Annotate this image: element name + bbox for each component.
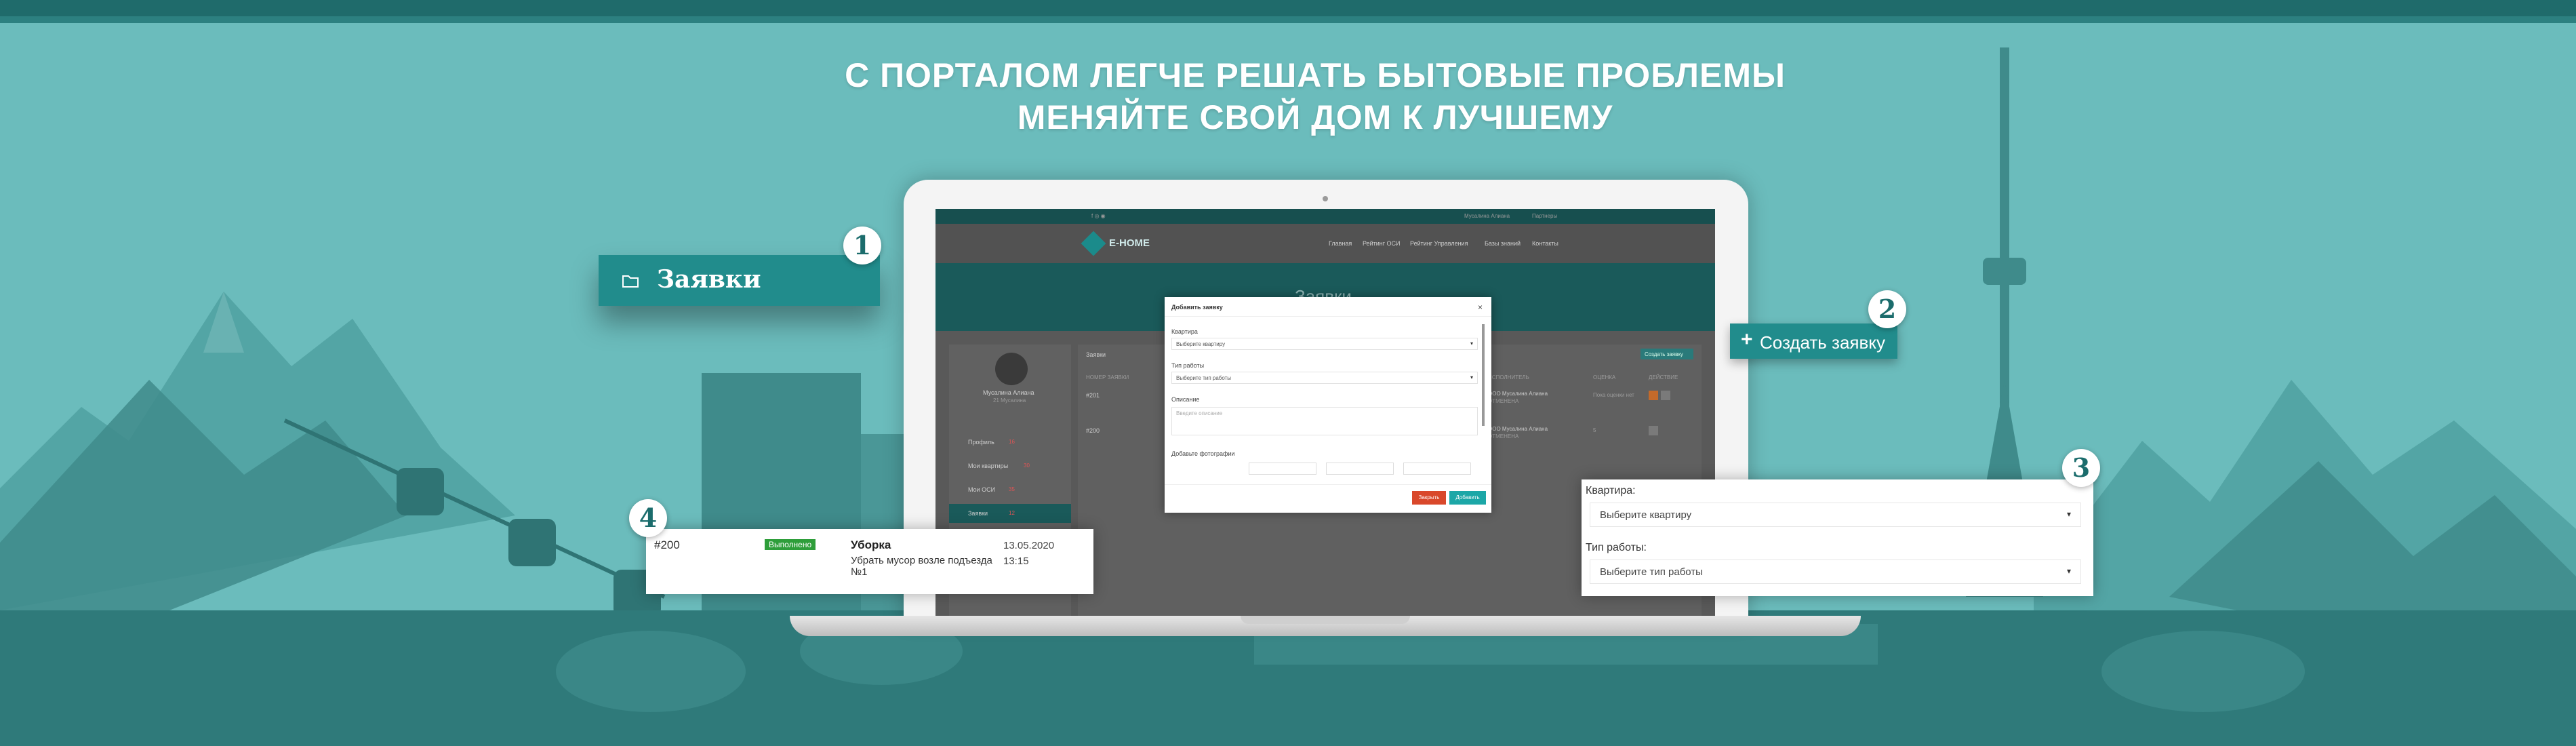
callout-number-3: 3: [2062, 449, 2100, 487]
create-request-button[interactable]: + Создать заявку: [1730, 323, 1897, 359]
topbar-partners-link[interactable]: Партнеры: [1532, 213, 1557, 219]
chevron-down-icon: ▾: [1470, 340, 1473, 347]
action-edit-button[interactable]: [1649, 391, 1658, 400]
modal-description-textarea[interactable]: Введите описание: [1171, 407, 1478, 435]
action-view-button[interactable]: [1649, 426, 1658, 435]
modal-apartment-label: Квартира: [1171, 328, 1198, 335]
work-type-select[interactable]: Выберите тип работы ▾: [1590, 560, 2081, 584]
apartment-label: Квартира:: [1586, 485, 1636, 496]
request-description: Убрать мусор возле подъезда №1: [851, 555, 992, 578]
request-date: 13.05.2020: [1003, 540, 1055, 551]
modal-scrollbar[interactable]: [1482, 324, 1485, 426]
sidebar-item-profile[interactable]: Профиль 16: [949, 433, 1071, 452]
social-icons: f ◎ ◉: [1091, 213, 1106, 219]
col-header-rating: ОЦЕНКА: [1593, 374, 1616, 380]
logo-icon: [1081, 231, 1106, 256]
nav-item-rating-osi[interactable]: Рейтинг ОСИ: [1363, 240, 1401, 247]
work-type-label: Тип работы:: [1586, 542, 1647, 553]
headline-line-2: МЕНЯЙТЕ СВОЙ ДОМ К ЛУЧШЕМУ: [1017, 98, 1613, 136]
modal-title: Добавить заявку: [1171, 304, 1223, 311]
requests-menu-label: Заявки: [657, 265, 761, 294]
request-id: #200: [654, 538, 680, 551]
nav-item-contacts[interactable]: Контакты: [1532, 240, 1558, 247]
profile-sub: 21 Мусалина: [993, 397, 1026, 404]
chevron-down-icon: ▾: [1470, 374, 1473, 380]
sidebar-item-apartments[interactable]: Мои квартиры 30: [949, 456, 1071, 475]
modal-apartment-select[interactable]: Выберите квартиру ▾: [1171, 338, 1478, 350]
folder-icon: [622, 275, 639, 288]
profile-name: Мусалина Алиана: [983, 389, 1034, 396]
col-header-executor: ИСПОЛНИТЕЛЬ: [1488, 374, 1529, 380]
request-category: Уборка: [851, 538, 891, 551]
create-request-label: Создать заявку: [1760, 332, 1885, 353]
nav-item-knowledge[interactable]: Базы знаний: [1485, 240, 1521, 247]
callout-number-2: 2: [1868, 290, 1906, 328]
action-delete-button[interactable]: [1661, 391, 1670, 400]
chevron-down-icon: ▾: [2066, 509, 2071, 519]
modal-description-label: Описание: [1171, 396, 1200, 403]
modal-work-type-select[interactable]: Выберите тип работы ▾: [1171, 372, 1478, 384]
sidebar-item-requests[interactable]: Заявки 12: [949, 504, 1071, 523]
request-form-callout: Квартира: Выберите квартиру ▾ Тип работы…: [1582, 479, 2093, 596]
modal-close-icon[interactable]: ×: [1478, 302, 1483, 312]
callout-number-4: 4: [629, 499, 667, 537]
screen-nav: E-HOME Главная Рейтинг ОСИ Рейтинг Управ…: [935, 224, 1715, 263]
chevron-down-icon: ▾: [2066, 566, 2071, 576]
modal-add-button[interactable]: Добавить: [1449, 491, 1486, 505]
modal-close-button[interactable]: Закрыть: [1412, 491, 1446, 505]
nav-item-rating-management[interactable]: Рейтинг Управления: [1410, 240, 1468, 247]
add-request-modal: Добавить заявку × Квартира Выберите квар…: [1165, 297, 1491, 513]
headline-line-1: С ПОРТАЛОМ ЛЕГЧЕ РЕШАТЬ БЫТОВЫЕ ПРОБЛЕМЫ: [845, 56, 1786, 94]
photo-slot[interactable]: [1326, 463, 1394, 475]
screen-create-button[interactable]: Создать заявку: [1641, 349, 1693, 359]
screen-topbar: f ◎ ◉ Мусалина Алиана Партнеры: [935, 209, 1715, 224]
logo-text[interactable]: E-HOME: [1109, 237, 1150, 249]
modal-footer-divider: [1165, 484, 1491, 485]
laptop-camera: [1323, 196, 1328, 201]
callout-number-1: 1: [843, 227, 881, 264]
nav-item-home[interactable]: Главная: [1329, 240, 1352, 247]
photo-slot[interactable]: [1403, 463, 1471, 475]
topbar-user[interactable]: Мусалина Алиана: [1464, 213, 1510, 219]
apartment-select[interactable]: Выберите квартиру ▾: [1590, 503, 2081, 527]
laptop-notch: [1241, 616, 1410, 624]
sidebar-item-osi[interactable]: Мои ОСИ 35: [949, 480, 1071, 499]
photo-slot[interactable]: [1249, 463, 1316, 475]
request-time: 13:15: [1003, 555, 1029, 567]
request-row-callout[interactable]: #200 Выполнено Уборка Убрать мусор возле…: [646, 529, 1093, 594]
avatar: [995, 353, 1028, 385]
status-badge: Выполнено: [765, 539, 816, 550]
col-header-action: ДЕЙСТВИЕ: [1649, 374, 1678, 380]
modal-work-type-label: Тип работы: [1171, 362, 1205, 369]
col-header-number: НОМЕР ЗАЯВКИ: [1086, 374, 1129, 380]
requests-menu-callout[interactable]: Заявки: [599, 255, 880, 306]
tab-requests[interactable]: Заявки: [1086, 351, 1106, 358]
plus-icon: +: [1741, 328, 1753, 351]
modal-photos-label: Добавьте фотографии: [1171, 450, 1235, 457]
modal-divider: [1165, 316, 1491, 317]
